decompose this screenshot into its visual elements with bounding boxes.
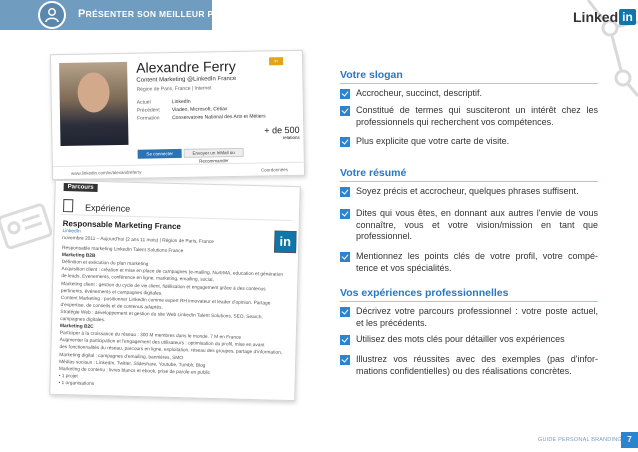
send-inmail-button[interactable]: Envoyer un InMail ou Recommander — [183, 147, 244, 164]
section-heading: Votre résumé — [340, 167, 407, 179]
checkbox-icon — [340, 89, 350, 99]
experience-line: campagnes digitales. — [60, 317, 106, 324]
tip-text: Dites qui vous êtes, en donnant aux autr… — [356, 208, 598, 241]
profile-row-label: Formation — [137, 115, 160, 122]
parcours-tab: Parcours — [63, 183, 98, 192]
profile-row-value: Conservatoire National des Arts et Métie… — [172, 113, 266, 122]
experience-line: Marketing B2B — [61, 253, 96, 259]
company-name: LinkedIn — [62, 229, 81, 235]
linkedin-logo: Linked in — [573, 9, 636, 25]
contact-info-link[interactable]: Coordonnées — [261, 167, 288, 172]
experience-line: • 1 organisations — [58, 380, 95, 387]
profile-name: Alexandre Ferry — [136, 57, 236, 76]
section-divider — [340, 301, 598, 302]
profile-row-label: Actuel — [136, 99, 151, 106]
connect-button[interactable]: Se connecter — [137, 148, 182, 159]
user-icon — [38, 1, 66, 29]
tip-item: Plus explicite que votre carte de visite… — [340, 136, 598, 148]
checkbox-icon — [340, 307, 350, 317]
tip-item: Mentionnez les points clés de votre prof… — [340, 251, 598, 274]
profile-footer: www.linkedin.com/in/alexandreferry Coord… — [52, 161, 305, 181]
checkbox-icon — [340, 209, 350, 219]
business-card-decoration-icon — [0, 203, 52, 250]
profile-photo — [59, 61, 129, 147]
tip-text: Plus explicite que votre carte de visite… — [356, 136, 510, 146]
document-icon — [63, 199, 74, 213]
section-heading: Votre slogan — [340, 69, 403, 81]
company-logo-icon: in — [274, 230, 297, 254]
connections-count: + de 500 relations — [264, 124, 300, 141]
footer-guide-label: GUIDE PERSONAL BRANDING — [538, 437, 622, 443]
experience-line: • 1 projet — [58, 373, 78, 380]
checkbox-icon — [340, 137, 350, 147]
position-dates: novembre 2011 – Aujourd'hui (2 ans 11 mo… — [62, 236, 214, 245]
profile-location: Région de Paris, France | Internet — [136, 85, 212, 93]
checkbox-icon — [340, 335, 350, 345]
experience-card: Parcours Expérience Responsable Marketin… — [49, 179, 301, 402]
tip-text: Utilisez des mots clés pour détailler vo… — [356, 334, 565, 344]
profile-card: in Alexandre Ferry Content Marketing @Li… — [49, 49, 306, 181]
premium-badge-icon: in — [269, 57, 284, 66]
tip-text: Décrivez votre parcours professionnel : … — [356, 306, 598, 328]
tip-item: Constitué de termes qui susciteront un i… — [340, 105, 598, 128]
header-banner: PRÉSENTER SON MEILLEUR PROFIL — [0, 0, 240, 30]
experience-line: Marketing B2C — [59, 324, 94, 330]
tip-text: Mentionnez les points clés de votre prof… — [356, 251, 598, 273]
checkbox-icon — [340, 355, 350, 365]
profile-row-value: LinkedIn — [171, 98, 191, 106]
section-heading: Vos expériences professionnelles — [340, 287, 509, 299]
section-divider — [340, 83, 598, 84]
checkbox-icon — [340, 187, 350, 197]
section-divider — [340, 181, 598, 182]
experience-heading: Expérience — [85, 202, 131, 214]
tip-item: Décrivez votre parcours professionnel : … — [340, 306, 598, 329]
tip-item: Dites qui vous êtes, en donnant aux autr… — [340, 208, 598, 243]
profile-row-value: Viadeo, Microsoft, Cetiax — [171, 106, 228, 114]
tip-text: Soyez précis et accrocheur, quelques phr… — [356, 186, 579, 196]
tip-text: Accrocheur, succinct, descriptif. — [356, 88, 483, 98]
tip-item: Accrocheur, succinct, descriptif. — [340, 88, 598, 100]
profile-url[interactable]: www.linkedin.com/in/alexandreferry — [71, 170, 142, 176]
page-title: PRÉSENTER SON MEILLEUR PROFIL — [78, 8, 241, 20]
tip-item: Utilisez des mots clés pour détailler vo… — [340, 334, 598, 346]
checkbox-icon — [340, 252, 350, 262]
experience-line: Marketing de contenu : livres blancs et … — [58, 366, 211, 376]
checkbox-icon — [340, 106, 350, 116]
tip-item: Illustrez vos réussites avec des exemple… — [340, 354, 598, 377]
page-number: 7 — [621, 432, 638, 448]
tip-item: Soyez précis et accrocheur, quelques phr… — [340, 186, 598, 198]
profile-headline: Content Marketing @LinkedIn France — [136, 75, 237, 84]
profile-row-label: Précédent — [136, 107, 160, 114]
tip-text: Illustrez vos réussites avec des exemple… — [356, 354, 598, 376]
tip-text: Constitué de termes qui susciteront un i… — [356, 105, 598, 127]
